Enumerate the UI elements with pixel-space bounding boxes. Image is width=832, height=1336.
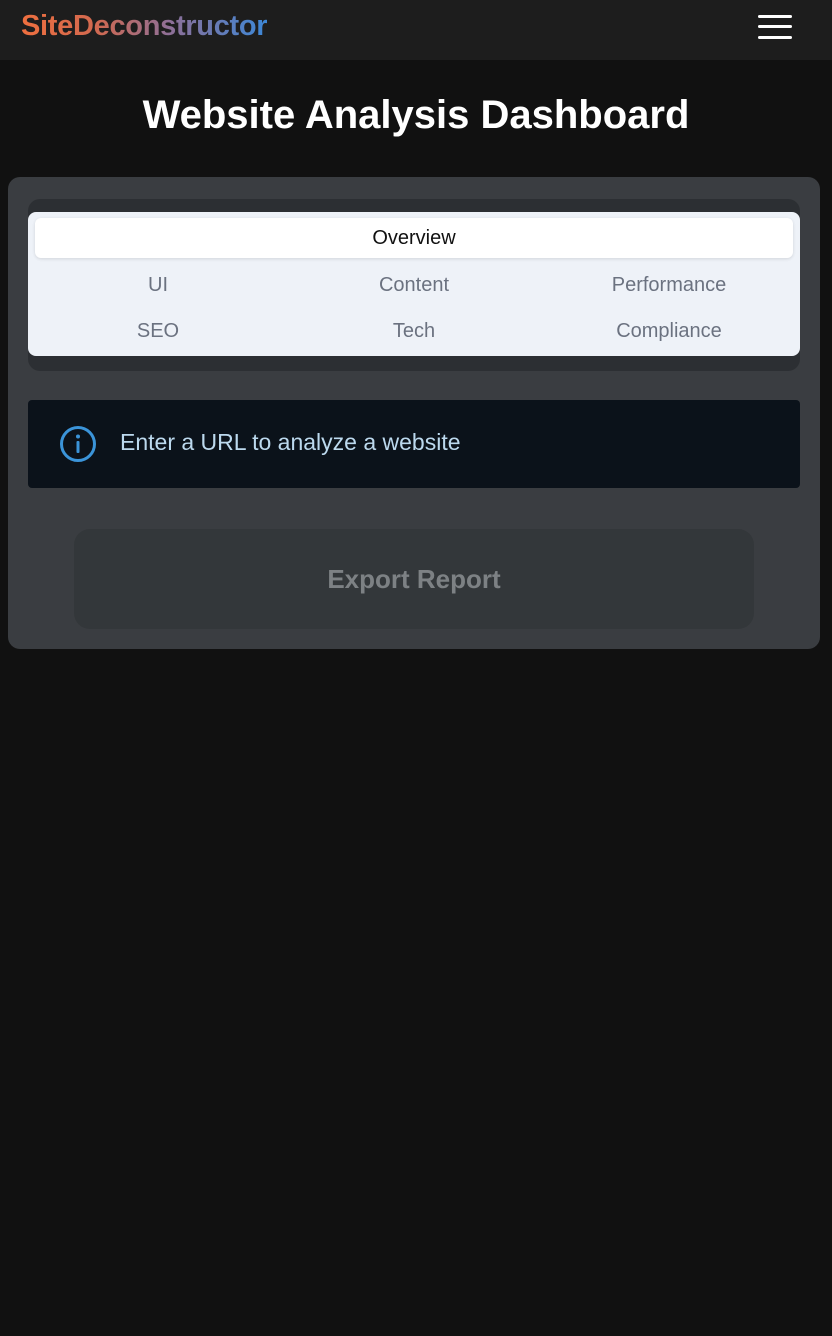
tab-compliance[interactable]: Compliance	[542, 311, 796, 351]
tab-content[interactable]: Content	[287, 265, 541, 305]
menu-bar-line	[758, 25, 792, 28]
info-icon	[60, 426, 96, 462]
page-title: Website Analysis Dashboard	[142, 93, 690, 137]
analysis-card: Overview UI Content Performance SEO Tech…	[8, 177, 820, 649]
brand-logo[interactable]: SiteDeconstructor	[21, 9, 268, 43]
top-navigation-bar: SiteDeconstructor	[0, 0, 832, 60]
tab-overview[interactable]: Overview	[35, 218, 793, 258]
tab-ui[interactable]: UI	[31, 265, 285, 305]
info-alert: Enter a URL to analyze a website	[28, 400, 800, 488]
tab-performance[interactable]: Performance	[542, 265, 796, 305]
export-report-button[interactable]: Export Report	[74, 529, 754, 629]
tab-tech[interactable]: Tech	[287, 311, 541, 351]
tab-seo[interactable]: SEO	[31, 311, 285, 351]
hamburger-menu-icon[interactable]	[756, 12, 794, 42]
menu-bar-line	[758, 36, 792, 39]
menu-bar-line	[758, 15, 792, 18]
tabs-list: Overview UI Content Performance SEO Tech…	[28, 212, 800, 356]
alert-message: Enter a URL to analyze a website	[120, 429, 461, 455]
